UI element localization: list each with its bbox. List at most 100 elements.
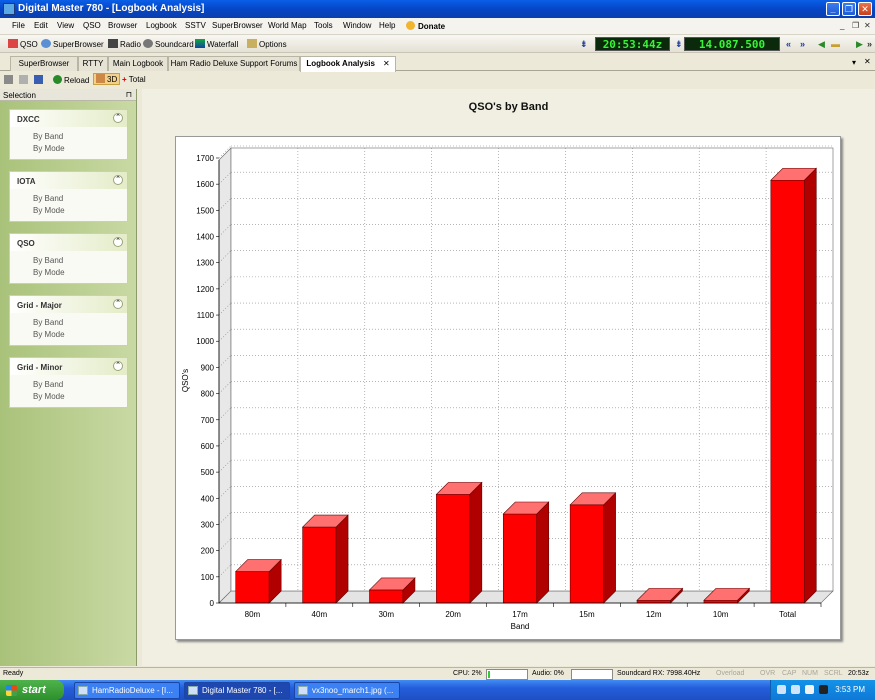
close-tab-icon[interactable]: ✕ <box>383 59 390 68</box>
start-button[interactable]: start <box>0 680 64 700</box>
donate-button[interactable]: Donate <box>406 21 445 31</box>
toolbar-grip-icon[interactable]: ⇟ <box>675 39 683 50</box>
waterfall-button[interactable]: Waterfall <box>195 39 238 49</box>
collapse-icon[interactable]: ⌃ <box>113 361 123 371</box>
mdi-close-icon[interactable]: ✕ <box>864 21 871 30</box>
chart-side-wall <box>218 147 232 604</box>
menu-help[interactable]: Help <box>379 21 395 30</box>
reload-button[interactable]: Reload <box>53 75 89 85</box>
menu-qso[interactable]: QSO <box>83 21 101 30</box>
menu-view[interactable]: View <box>57 21 74 30</box>
overflow-icon[interactable]: » <box>867 39 872 49</box>
collapse-icon[interactable]: ⌃ <box>113 113 123 123</box>
3d-chart-icon <box>96 74 105 83</box>
utc-clock-display: 20:53:44z <box>595 37 670 51</box>
3d-toggle-button[interactable]: 3D <box>93 73 121 85</box>
tab-support-forums[interactable]: Ham Radio Deluxe Support Forums <box>168 56 300 71</box>
group-header[interactable]: QSO ⌃ <box>10 234 127 251</box>
print-preview-icon[interactable] <box>19 75 30 85</box>
group-dxcc: DXCC ⌃ By Band By Mode <box>9 109 128 160</box>
grid-minor-by-band-link[interactable]: By Band <box>10 379 127 391</box>
chart-title: QSO's by Band <box>468 101 549 113</box>
menu-sstv[interactable]: SSTV <box>185 21 206 30</box>
plus-icon: + <box>122 75 127 84</box>
collapse-icon[interactable]: ⌃ <box>113 299 123 309</box>
iota-by-mode-link[interactable]: By Mode <box>10 205 127 217</box>
dxcc-by-mode-link[interactable]: By Mode <box>10 143 127 155</box>
close-all-tabs-icon[interactable]: ✕ <box>864 57 871 66</box>
taskbar-item-hamradiodeluxe[interactable]: HamRadioDeluxe - [I... <box>74 682 180 699</box>
y-tick-label: 600 <box>201 442 215 451</box>
total-toggle-button[interactable]: + Total <box>122 75 146 84</box>
bar-side-20m <box>469 481 483 604</box>
menu-tools[interactable]: Tools <box>314 21 333 30</box>
group-header[interactable]: Grid - Major ⌃ <box>10 296 127 313</box>
save-icon[interactable] <box>34 75 45 85</box>
qso-button[interactable]: QSO <box>8 39 38 49</box>
tab-main-logbook[interactable]: Main Logbook <box>108 56 168 71</box>
soundcard-button[interactable]: Soundcard <box>143 39 194 49</box>
taskbar-item-digital-master[interactable]: Digital Master 780 - [... <box>184 682 290 699</box>
print-icon[interactable] <box>4 75 15 85</box>
menu-superbrowser[interactable]: SuperBrowser <box>212 21 263 30</box>
menu-browser[interactable]: Browser <box>108 21 137 30</box>
menu-file[interactable]: File <box>12 21 25 30</box>
donate-label: Donate <box>418 22 446 31</box>
y-tick-label: 1400 <box>196 233 214 242</box>
menu-world-map[interactable]: World Map <box>268 21 307 30</box>
group-header[interactable]: DXCC ⌃ <box>10 110 127 127</box>
folder-icon[interactable]: ▬ <box>831 39 840 49</box>
qso-by-mode-link[interactable]: By Mode <box>10 267 127 279</box>
tab-superbrowser[interactable]: SuperBrowser <box>10 56 78 71</box>
back-icon[interactable]: ◀ <box>818 39 825 50</box>
bar-side-15m <box>603 492 616 604</box>
iota-by-band-link[interactable]: By Band <box>10 193 127 205</box>
mdi-restore-icon[interactable]: ❐ <box>852 21 859 30</box>
scrl-indicator: SCRL <box>824 670 843 677</box>
y-tick-label: 1600 <box>196 180 214 189</box>
maximize-button[interactable]: ❐ <box>842 2 856 16</box>
network-icon[interactable] <box>791 685 800 694</box>
radio-button[interactable]: Radio <box>108 39 141 49</box>
options-icon <box>247 39 257 48</box>
group-grid-major: Grid - Major ⌃ By Band By Mode <box>9 295 128 346</box>
group-header[interactable]: IOTA ⌃ <box>10 172 127 189</box>
tab-dropdown-icon[interactable]: ▾ <box>852 58 856 67</box>
y-tick-label: 400 <box>201 494 215 503</box>
pin-icon[interactable]: ⊓ <box>126 90 132 99</box>
group-iota: IOTA ⌃ By Band By Mode <box>9 171 128 222</box>
fast-forward-icon[interactable]: » <box>800 39 805 49</box>
status-ready: Ready <box>3 670 24 677</box>
y-tick-label: 300 <box>201 520 215 529</box>
taskbar-item-image-viewer[interactable]: vx3noo_march1.jpg (... <box>294 682 400 699</box>
superbrowser-button[interactable]: SuperBrowser <box>41 39 104 49</box>
menu-window[interactable]: Window <box>343 21 371 30</box>
x-tick-label: 80m <box>245 610 261 619</box>
volume-icon[interactable] <box>819 685 828 694</box>
security-icon[interactable] <box>805 685 814 694</box>
close-button[interactable]: ✕ <box>858 2 872 16</box>
audio-meter <box>571 669 613 680</box>
mdi-minimize-icon[interactable]: _ <box>840 21 844 30</box>
rewind-icon[interactable]: « <box>786 39 791 49</box>
grid-major-by-band-link[interactable]: By Band <box>10 317 127 329</box>
options-button[interactable]: Options <box>247 39 287 49</box>
tab-rtty[interactable]: RTTY <box>78 56 108 71</box>
radio-icon <box>108 39 118 48</box>
grid-major-by-mode-link[interactable]: By Mode <box>10 329 127 341</box>
group-qso: QSO ⌃ By Band By Mode <box>9 233 128 284</box>
grid-minor-by-mode-link[interactable]: By Mode <box>10 391 127 403</box>
tab-logbook-analysis[interactable]: Logbook Analysis ✕ <box>300 56 396 72</box>
group-header[interactable]: Grid - Minor ⌃ <box>10 358 127 375</box>
forward-icon[interactable]: ▶ <box>856 39 863 50</box>
help-icon[interactable] <box>777 685 786 694</box>
qso-by-band-link[interactable]: By Band <box>10 255 127 267</box>
menu-logbook[interactable]: Logbook <box>146 21 177 30</box>
collapse-icon[interactable]: ⌃ <box>113 175 123 185</box>
menu-edit[interactable]: Edit <box>34 21 48 30</box>
collapse-icon[interactable]: ⌃ <box>113 237 123 247</box>
toolbar-grip-icon[interactable]: ⇟ <box>580 39 588 50</box>
dxcc-by-band-link[interactable]: By Band <box>10 131 127 143</box>
minimize-button[interactable]: _ <box>826 2 840 16</box>
y-tick-label: 800 <box>201 390 215 399</box>
